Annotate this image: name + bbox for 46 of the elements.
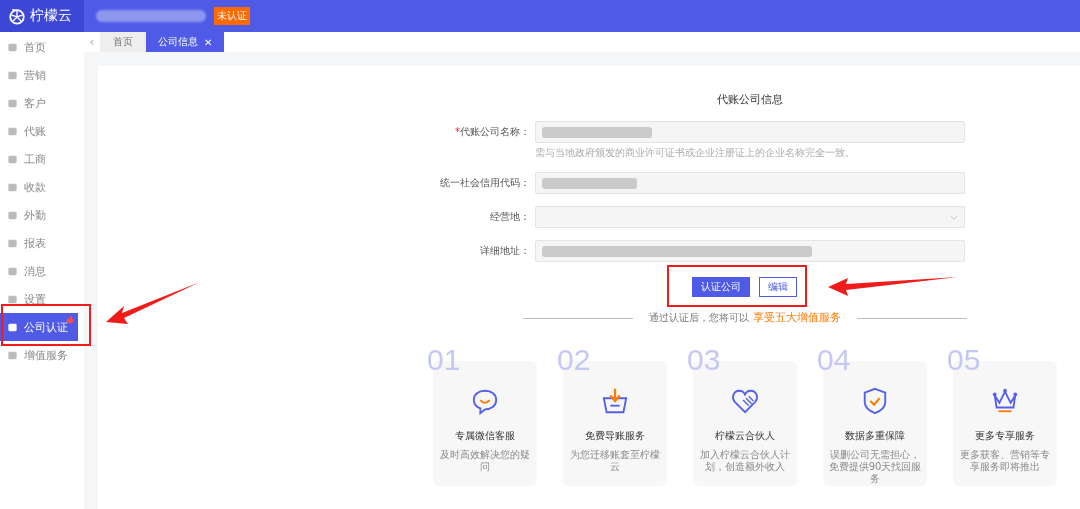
status-badge: 未认证 bbox=[214, 7, 250, 25]
crown-icon bbox=[991, 387, 1019, 415]
input-field[interactable] bbox=[535, 172, 965, 194]
scroll-left-icon[interactable]: ‹ bbox=[84, 32, 100, 52]
dropdown[interactable] bbox=[535, 206, 965, 228]
sidebar-item[interactable]: 工商 bbox=[0, 145, 84, 173]
sidebar-item[interactable]: 报表 bbox=[0, 229, 84, 257]
sidebar-item[interactable]: 客户 bbox=[0, 89, 84, 117]
service-description: 误删公司无需担心，免费提供90天找回服务 bbox=[827, 449, 923, 485]
sidebar-item[interactable]: 营销 bbox=[0, 61, 84, 89]
verify-button[interactable]: 认证公司 bbox=[691, 277, 750, 297]
service-description: 及时高效解决您的疑问 bbox=[439, 449, 531, 473]
service-description: 为您迁移账套至柠檬云 bbox=[569, 449, 661, 473]
input-field[interactable] bbox=[535, 121, 965, 143]
field-label: 详细地址： bbox=[479, 244, 530, 258]
sidebar-item[interactable]: 收款 bbox=[0, 173, 84, 201]
sidebar-item[interactable]: 代账 bbox=[0, 117, 84, 145]
sidebar-item[interactable]: 外勤 bbox=[0, 201, 84, 229]
service-description: 更多获客、营销等专享服务即将推出 bbox=[959, 449, 1051, 473]
app-name: 柠檬云 bbox=[30, 7, 72, 25]
lemon-logo-icon bbox=[8, 7, 26, 25]
service-title: 数据多重保障 bbox=[845, 429, 905, 443]
sidebar-item[interactable]: 公司认证 bbox=[0, 313, 78, 341]
input-field[interactable] bbox=[535, 240, 965, 262]
service-title: 柠檬云合伙人 bbox=[715, 429, 775, 443]
sidebar-item[interactable]: 消息 bbox=[0, 257, 84, 285]
basket-download-icon bbox=[601, 387, 629, 415]
tab[interactable]: 首页 bbox=[100, 32, 146, 52]
chat-bubble-icon bbox=[471, 387, 499, 415]
sidebar-item[interactable]: 首页 bbox=[0, 33, 84, 61]
service-title: 专属微信客服 bbox=[455, 429, 515, 443]
sidebar-item[interactable]: 设置 bbox=[0, 285, 84, 313]
divider-text: 通过认证后，您将可以 享受五大增值服务 bbox=[649, 311, 841, 325]
shield-check-icon bbox=[861, 387, 889, 415]
service-title: 更多专享服务 bbox=[975, 429, 1035, 443]
sidebar-item[interactable]: 增值服务 bbox=[0, 341, 84, 369]
edit-button[interactable]: 编辑 bbox=[758, 277, 797, 297]
form-title: 代账公司信息 bbox=[716, 92, 784, 107]
chevron-down-icon bbox=[950, 214, 958, 220]
heart-handshake-icon bbox=[731, 387, 759, 415]
service-title: 免费导账服务 bbox=[585, 429, 645, 443]
tab[interactable]: 公司信息 ✕ bbox=[146, 32, 225, 52]
field-label: *代账公司名称： bbox=[454, 125, 530, 139]
field-label: 经营地： bbox=[489, 210, 530, 224]
service-description: 加入柠檬云合伙人计划，创造额外收入 bbox=[699, 449, 791, 473]
field-label: 统一社会信用代码： bbox=[439, 176, 530, 190]
